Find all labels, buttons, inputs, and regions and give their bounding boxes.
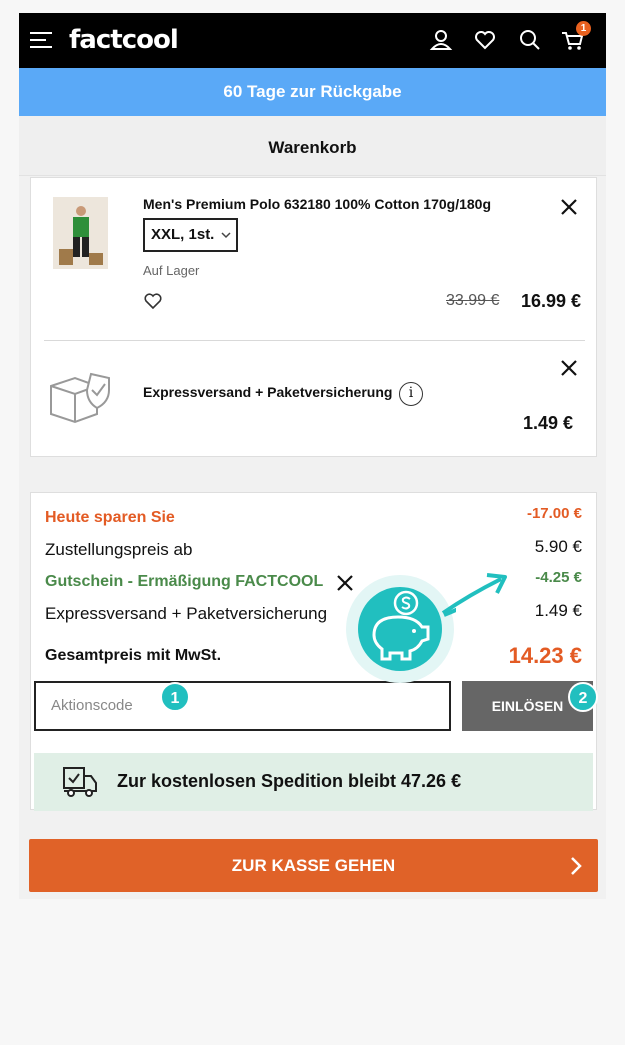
product-image[interactable]	[53, 197, 108, 269]
remove-item-close-icon[interactable]	[560, 198, 578, 216]
express-label: Expressversand + Paketversicherung	[45, 604, 328, 623]
heart-icon[interactable]	[472, 27, 498, 53]
wishlist-heart-icon[interactable]	[143, 292, 163, 310]
cart-items-panel: Men's Premium Polo 632180 100% Cotton 17…	[30, 177, 597, 457]
express-shipping-name: Expressversand + Paketversicherung	[143, 384, 393, 400]
savings-value: -17.00 €	[526, 505, 582, 522]
old-price: 33.99 €	[446, 292, 500, 309]
app-frame: factcool 1 60 Tage zur Rückgabe Warenkor…	[19, 13, 606, 899]
free-shipping-text: Zur kostenlosen Spedition bleibt 47.26 €	[117, 771, 462, 791]
express-shipping-price: 1.49 €	[523, 413, 574, 433]
checkout-label: ZUR KASSE GEHEN	[231, 856, 396, 875]
total-value: 14.23 €	[508, 643, 582, 668]
cart-count-badge: 1	[576, 21, 591, 36]
info-icon[interactable]: i	[399, 382, 423, 406]
menu-icon[interactable]	[30, 30, 52, 50]
delivery-value: 5.90 €	[534, 537, 582, 556]
delivery-truck-icon	[63, 767, 97, 797]
express-value: 1.49 €	[534, 601, 582, 620]
savings-label: Heute sparen Sie	[45, 509, 175, 526]
promo-code-input[interactable]: Aktionscode	[34, 681, 451, 731]
size-quantity-select[interactable]: XXL, 1st.	[143, 218, 238, 252]
brand-logo[interactable]: factcool	[69, 25, 179, 55]
search-icon[interactable]	[517, 27, 543, 53]
total-label: Gesamtpreis mit MwSt.	[45, 647, 222, 664]
chevron-down-icon	[221, 232, 231, 239]
divider	[44, 340, 585, 341]
voucher-label: Gutschein - Ermäßigung FACTCOOL	[45, 573, 324, 590]
product-name[interactable]: Men's Premium Polo 632180 100% Cotton 17…	[143, 196, 491, 212]
order-summary-panel: Heute sparen Sie -17.00 € Zustellungspre…	[30, 492, 598, 811]
item-price: 16.99 €	[521, 291, 582, 311]
checkout-button[interactable]: ZUR KASSE GEHEN	[29, 839, 598, 892]
voucher-value: -4.25 €	[535, 569, 582, 586]
step-1-badge: 1	[160, 682, 190, 712]
page-title: Warenkorb	[19, 116, 606, 176]
size-quantity-value: XXL, 1st.	[151, 226, 215, 243]
stock-status: Auf Lager	[143, 263, 200, 278]
user-icon[interactable]	[428, 27, 454, 53]
delivery-label: Zustellungspreis ab	[45, 540, 193, 559]
free-shipping-info: Zur kostenlosen Spedition bleibt 47.26 €	[34, 753, 593, 811]
insured-package-icon	[50, 372, 110, 424]
pointer-arrow	[441, 573, 507, 615]
step-2-badge: 2	[568, 682, 598, 712]
return-banner: 60 Tage zur Rückgabe	[19, 68, 606, 116]
remove-extra-close-icon[interactable]	[560, 359, 578, 377]
chevron-right-icon	[571, 857, 582, 875]
top-header: factcool 1	[19, 13, 606, 68]
